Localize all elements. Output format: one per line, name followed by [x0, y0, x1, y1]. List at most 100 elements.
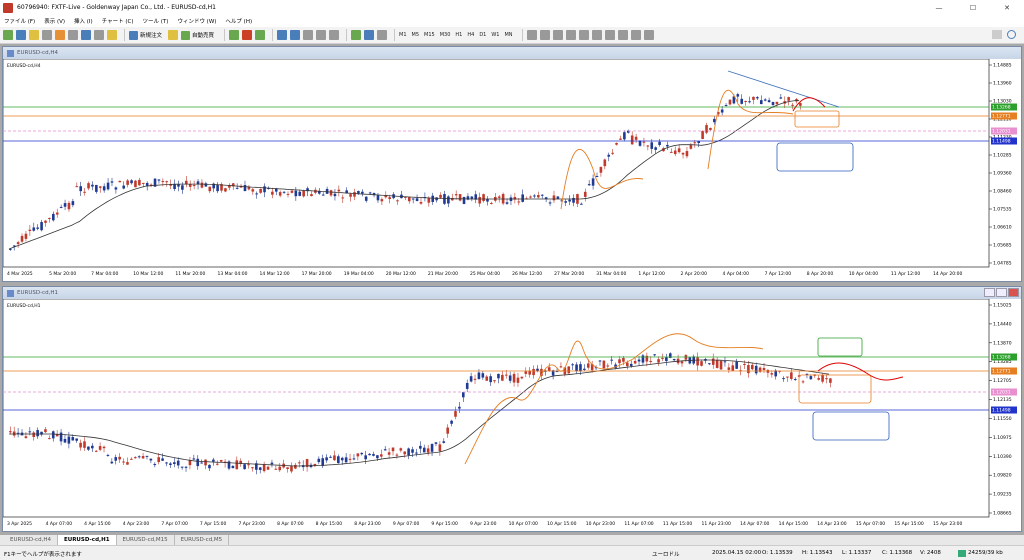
- candle-body: [169, 463, 172, 466]
- timeframe-h1[interactable]: H1: [455, 32, 462, 38]
- timeframe-m30[interactable]: M30: [440, 32, 451, 38]
- candle-body: [587, 184, 591, 186]
- timeframe-w1[interactable]: W1: [491, 32, 499, 38]
- candle-body: [458, 194, 462, 201]
- candle-body: [98, 186, 102, 188]
- timeframe-m15[interactable]: M15: [424, 32, 435, 38]
- candle-body: [579, 364, 582, 372]
- search-icon[interactable]: [1007, 30, 1016, 39]
- candle-body: [711, 358, 715, 365]
- label-icon[interactable]: [630, 30, 641, 40]
- timeframe-h4[interactable]: H4: [467, 32, 474, 38]
- new-chart-icon[interactable]: [3, 30, 13, 40]
- chart-maximize-button[interactable]: [996, 288, 1007, 297]
- text-icon[interactable]: [617, 30, 628, 40]
- candle-chart-icon[interactable]: [242, 30, 253, 40]
- time-tick: 11 Apr 12:00: [891, 271, 920, 277]
- strategy-tester-icon[interactable]: [81, 30, 91, 40]
- h1-price-chart[interactable]: EURUSD-cd,H1 1.150251.144401.138701.13285…: [3, 299, 1021, 531]
- timeframe-m5[interactable]: M5: [412, 32, 420, 38]
- h4-price-chart[interactable]: EURUSD-cd,H4 1.148851.139601.130301.12110…: [3, 59, 1021, 281]
- candle-body: [736, 94, 740, 97]
- trendline-icon[interactable]: [578, 30, 589, 40]
- templates-icon[interactable]: [377, 30, 388, 40]
- time-tick: 26 Mar 12:00: [512, 271, 542, 277]
- candle-body: [383, 449, 387, 451]
- line-chart-icon[interactable]: [255, 30, 266, 40]
- time-tick: 25 Mar 04:00: [470, 271, 500, 277]
- chart-window-titlebar[interactable]: EURUSD-cd,H4: [3, 47, 1021, 59]
- channel-icon[interactable]: [591, 30, 602, 40]
- menu-window[interactable]: ウィンドウ (W): [177, 17, 216, 25]
- cursor-icon[interactable]: [526, 30, 537, 40]
- menu-insert[interactable]: 挿入 (I): [74, 17, 93, 25]
- zoom-out-icon[interactable]: [290, 30, 301, 40]
- tab-eurusd-m5[interactable]: EURUSD-cd,M5: [175, 535, 230, 545]
- candle-body: [512, 373, 516, 383]
- candle-body: [709, 127, 712, 130]
- candle-body: [611, 152, 614, 154]
- auto-trading-button[interactable]: 自動売買: [181, 30, 214, 40]
- chat-icon[interactable]: [992, 30, 1002, 39]
- tab-eurusd-m15[interactable]: EURUSD-cd,M15: [117, 535, 175, 545]
- candle-body: [51, 431, 55, 439]
- meta-editor-icon[interactable]: [168, 30, 179, 40]
- candle-body: [754, 365, 758, 374]
- periods-icon[interactable]: [364, 30, 375, 40]
- minimize-button[interactable]: —: [922, 0, 956, 15]
- vertical-line-icon[interactable]: [552, 30, 563, 40]
- candle-body: [708, 363, 711, 365]
- chart-shift-icon[interactable]: [329, 30, 340, 40]
- menu-tools[interactable]: ツール (T): [143, 17, 169, 25]
- chart-window-h1[interactable]: EURUSD-cd,H1 EURUSD-cd,H1 1.15025 1.14440 1…: [2, 286, 1022, 532]
- candle-body: [559, 366, 563, 368]
- menu-view[interactable]: 表示 (V): [44, 17, 65, 25]
- candle-body: [454, 411, 457, 417]
- chart-minimize-button[interactable]: [984, 288, 995, 297]
- chart-window-h4[interactable]: EURUSD-cd,H4 EURUSD-cd,H4 1.14885 1.13960 1…: [2, 46, 1022, 282]
- candle-body: [271, 191, 274, 195]
- candle-body: [204, 183, 208, 187]
- candle-body: [106, 454, 110, 456]
- candle-body: [122, 461, 125, 463]
- timeframe-mn[interactable]: MN: [504, 32, 512, 38]
- options-icon[interactable]: [94, 30, 104, 40]
- candle-body: [641, 355, 645, 363]
- candle-body: [134, 180, 137, 188]
- tab-eurusd-h1[interactable]: EURUSD-cd,H1: [57, 535, 117, 545]
- data-window-icon[interactable]: [42, 30, 52, 40]
- menu-bar: ファイル (F) 表示 (V) 挿入 (I) チャート (C) ツール (T) …: [0, 15, 1024, 27]
- fibonacci-icon[interactable]: [604, 30, 615, 40]
- market-watch-icon[interactable]: [29, 30, 39, 40]
- autoscroll-icon[interactable]: [316, 30, 327, 40]
- candle-body: [192, 185, 196, 187]
- new-order-button[interactable]: 新規注文: [129, 30, 162, 40]
- horizontal-line-icon[interactable]: [565, 30, 576, 40]
- tab-eurusd-h4[interactable]: EURUSD-cd,H4: [4, 535, 58, 545]
- navigator-icon[interactable]: [55, 30, 65, 40]
- chart-symbol-label: EURUSD-cd,H4: [7, 63, 41, 69]
- candle-body: [177, 184, 180, 187]
- tile-windows-icon[interactable]: [303, 30, 314, 40]
- indicators-icon[interactable]: [351, 30, 362, 40]
- menu-help[interactable]: ヘルプ (H): [225, 17, 252, 25]
- arrows-icon[interactable]: [643, 30, 654, 40]
- maximize-button[interactable]: ☐: [956, 0, 990, 15]
- crosshair-icon[interactable]: [539, 30, 550, 40]
- terminal-icon[interactable]: [68, 30, 78, 40]
- bar-chart-icon[interactable]: [229, 30, 240, 40]
- candle-body: [731, 365, 735, 371]
- menu-chart[interactable]: チャート (C): [102, 17, 134, 25]
- menu-file[interactable]: ファイル (F): [4, 17, 35, 25]
- candle-body: [145, 455, 149, 457]
- chart-window-titlebar[interactable]: EURUSD-cd,H1: [3, 287, 1021, 299]
- chart-close-button[interactable]: [1008, 288, 1019, 297]
- candle-body: [580, 203, 583, 205]
- close-button[interactable]: ✕: [990, 0, 1024, 15]
- timeframe-d1[interactable]: D1: [479, 32, 486, 38]
- profiles-icon[interactable]: [16, 30, 26, 40]
- zoom-in-icon[interactable]: [277, 30, 288, 40]
- timeframe-m1[interactable]: M1: [399, 32, 407, 38]
- price-tick: 1.12135: [993, 397, 1012, 403]
- folder-icon[interactable]: [107, 30, 117, 40]
